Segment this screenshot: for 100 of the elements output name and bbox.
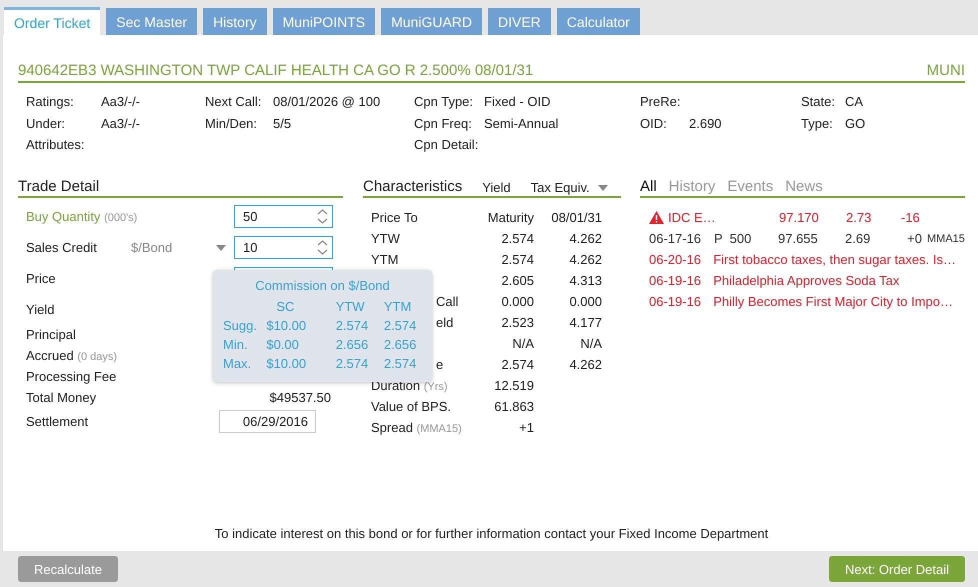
info-value: Aa3/-/- xyxy=(101,94,140,110)
tax-equiv-value: 4.262 xyxy=(569,252,602,267)
tax-equiv-value: 4.262 xyxy=(569,231,602,246)
tax-equiv-value: 4.313 xyxy=(569,273,602,288)
yield-value: Maturity xyxy=(488,210,534,225)
column-header[interactable]: Tax Equiv. xyxy=(530,180,590,195)
spread-value: -16 xyxy=(901,210,920,225)
activity-tab[interactable]: History xyxy=(668,178,716,195)
tab[interactable]: Sec Master xyxy=(106,8,198,35)
commission-value: 2.656 xyxy=(336,337,368,352)
yield-value: 2.69 xyxy=(845,231,870,246)
activity-tab[interactable]: Events xyxy=(727,178,774,195)
row-label: Min. xyxy=(223,337,248,352)
commission-value: $0.00 xyxy=(266,337,299,352)
news-date: 06-19-16 xyxy=(649,273,702,288)
commission-value: $10.00 xyxy=(266,356,306,371)
info-value: 5/5 xyxy=(273,116,292,131)
section-title: Trade Detail xyxy=(18,178,100,195)
tab[interactable]: Order Ticket xyxy=(4,7,100,35)
tab[interactable]: Calculator xyxy=(556,8,640,35)
tab[interactable]: MuniPOINTS xyxy=(272,8,376,35)
number-field[interactable]: 10 xyxy=(234,236,333,259)
info-label: Cpn Type: xyxy=(414,94,474,110)
yield-value: 2.605 xyxy=(501,273,534,288)
row-label: YTM xyxy=(371,252,398,267)
column-header: YTM xyxy=(384,299,412,314)
alert-title[interactable]: IDC E… xyxy=(668,210,716,225)
info-label: PreRe: xyxy=(640,94,680,110)
info-value: Aa3/-/- xyxy=(101,116,140,131)
info-label: Type: xyxy=(801,116,833,131)
unit-select[interactable]: $/Bond xyxy=(131,240,172,255)
trade-date: 06-17-16 xyxy=(649,231,702,246)
info-value: Fixed - OID xyxy=(484,94,550,110)
field-label: Accrued xyxy=(26,348,74,363)
number-field[interactable]: 50 xyxy=(234,205,333,228)
row-label: Value of BPS. xyxy=(371,399,451,414)
info-label: Next Call: xyxy=(205,94,262,110)
info-label: Min/Den: xyxy=(205,116,258,131)
dropdown-caret-icon[interactable] xyxy=(598,184,608,190)
tab[interactable]: DIVER xyxy=(488,8,551,35)
info-value: CA xyxy=(845,94,864,110)
dropdown-caret-icon[interactable] xyxy=(216,244,226,250)
tax-equiv-value: 0.000 xyxy=(569,294,602,309)
row-label: eld xyxy=(436,315,454,330)
row-label: Call xyxy=(436,294,458,309)
row-note: (Yrs) xyxy=(424,381,448,393)
field-value: $49537.50 xyxy=(268,390,331,405)
news-headline[interactable]: Philly Becomes First Major City to Impo… xyxy=(713,294,954,309)
spinner-icon[interactable] xyxy=(317,240,328,255)
commission-value: 2.574 xyxy=(384,318,416,333)
yield-value: 61.863 xyxy=(494,399,534,414)
yield-value: N/A xyxy=(512,336,534,351)
info-value: GO xyxy=(845,116,866,131)
activity-tab[interactable]: News xyxy=(785,178,823,195)
row-label: e xyxy=(436,357,444,372)
yield-value: 2.523 xyxy=(501,315,534,330)
yield-value: 2.574 xyxy=(501,252,534,267)
info-value: 2.690 xyxy=(689,116,722,131)
commission-value: 2.574 xyxy=(336,356,368,371)
info-label: Attributes: xyxy=(26,137,85,152)
tax-equiv-value: 4.177 xyxy=(569,315,602,330)
spinner-icon[interactable] xyxy=(317,209,328,224)
section-title: Characteristics xyxy=(363,178,462,195)
warning-icon xyxy=(649,211,664,224)
recalculate-button[interactable]: Recalculate xyxy=(18,556,118,582)
yield-value: 0.000 xyxy=(501,294,534,309)
security-title: 940642EB3 WASHINGTON TWP CALIF HEALTH CA GO R 2.500% 08/01/31 xyxy=(18,62,534,79)
field-label: Principal xyxy=(26,327,76,342)
next-button[interactable]: Next: Order Detail xyxy=(828,556,965,582)
activity-tab[interactable]: All xyxy=(640,178,657,195)
footer-note: To indicate interest on this bond or for further information contact your Fixed Income Department xyxy=(214,526,768,541)
tooltip-title: Commission on $/Bond xyxy=(255,278,390,293)
yield-value: 2.574 xyxy=(501,231,534,246)
field-label: Processing Fee xyxy=(26,369,116,384)
tab[interactable]: MuniGUARD xyxy=(381,8,482,35)
price-value: 97.170 xyxy=(779,210,819,225)
tax-equiv-value: 08/01/31 xyxy=(551,210,602,225)
news-date: 06-19-16 xyxy=(649,294,702,309)
news-date: 06-20-16 xyxy=(649,252,702,267)
tab[interactable]: History xyxy=(203,8,267,35)
security-type: MUNI xyxy=(926,62,965,79)
info-label: Ratings: xyxy=(26,94,74,110)
commission-value: $10.00 xyxy=(266,318,306,333)
price-value: 97.655 xyxy=(778,231,818,246)
commission-value: 2.656 xyxy=(384,337,416,352)
date-field[interactable]: 06/29/2016 xyxy=(219,410,316,432)
field-label: Settlement xyxy=(26,414,88,428)
info-value: 08/01/2026 @ 100 xyxy=(273,94,380,110)
row-label: Max. xyxy=(223,356,252,371)
news-headline[interactable]: First tobacco taxes, then sugar taxes. Is… xyxy=(713,252,956,267)
field-note: (000's) xyxy=(104,212,138,224)
trade-size: P 500 xyxy=(714,231,752,246)
field-label: Buy Quantity xyxy=(26,209,100,224)
column-header: YTW xyxy=(336,299,365,314)
column-header: SC xyxy=(275,299,294,314)
field-label: Price xyxy=(26,271,56,286)
news-headline[interactable]: Philadelphia Approves Soda Tax xyxy=(713,273,900,288)
spread-value: +0 xyxy=(907,231,922,246)
column-header: Yield xyxy=(482,180,511,195)
info-label: Under: xyxy=(26,116,66,131)
